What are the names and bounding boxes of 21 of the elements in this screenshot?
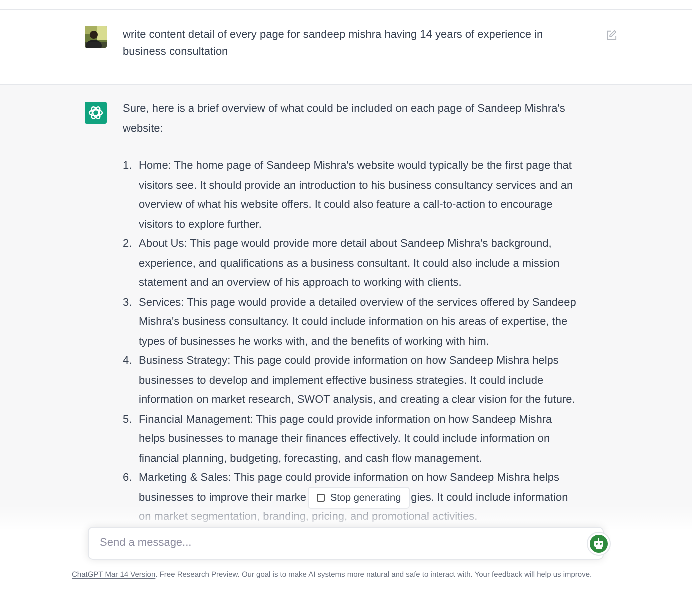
list-number: 5. bbox=[123, 412, 134, 428]
list-number: 4. bbox=[123, 354, 134, 369]
list-number: 6. bbox=[123, 471, 134, 486]
list-item-text: on market segmentation, branding, pricing, and promotional activities. bbox=[139, 510, 478, 525]
list-item-text: Marketing & Sales: This page could provide information on how Sandeep Mishra helps bbox=[139, 471, 560, 486]
list-item-text: gies. It could include information bbox=[411, 490, 568, 506]
list-number: 1. bbox=[123, 159, 134, 174]
list-item-text: Business Strategy: This page could provide information on how Sandeep Mishra helps businesses to develop and implement effective business strategies. It could include information on market research, SWOT analysis, and creating a clear vision for the future. bbox=[139, 354, 576, 408]
robot-icon[interactable] bbox=[587, 532, 611, 556]
list-item-text: Services: This page would provide a detailed overview of the services offered by Sandeep Mishra's business consultancy. It could include information on his areas of expertise, the types of businesses he works with, and the benefits of working with him. bbox=[139, 296, 578, 350]
logo-icon bbox=[85, 102, 107, 124]
list-item-text: Home: The home page of Sandeep Mishra's website would typically be the first page that visitors see. It should provide an introduction to his business consultancy services and an overview of what his website offers. It could also feature a call-to-action to encourage visitors to explore further. bbox=[139, 159, 574, 232]
stop-generating-button[interactable]: Stop generating bbox=[308, 487, 410, 510]
list-number: 3. bbox=[123, 296, 134, 310]
user-message: write content detail of every page for sandeep mishra having 14 years of experience in business consultation bbox=[123, 28, 544, 60]
list-item-text: businesses to improve their marke bbox=[139, 490, 307, 506]
list-item-text: About Us: This page would provide more detail about Sandeep Mishra's background, experience, and qualifications as a business consultant. It could also include a mission statement and an overview of his approach to working with clients. bbox=[139, 237, 561, 291]
list-item-text: Financial Management: This page could provide information on how Sandeep Mishra helps businesses to manage their finances effectively. It could include information on financial planning, budgeting, forecasting, and cash flow management. bbox=[139, 412, 554, 466]
stop-icon bbox=[316, 494, 325, 502]
message-text: Sure, here is a brief overview of what could be included on each page of Sandeep Mishra's website: bbox=[123, 102, 566, 136]
list-number: 2. bbox=[123, 237, 134, 252]
